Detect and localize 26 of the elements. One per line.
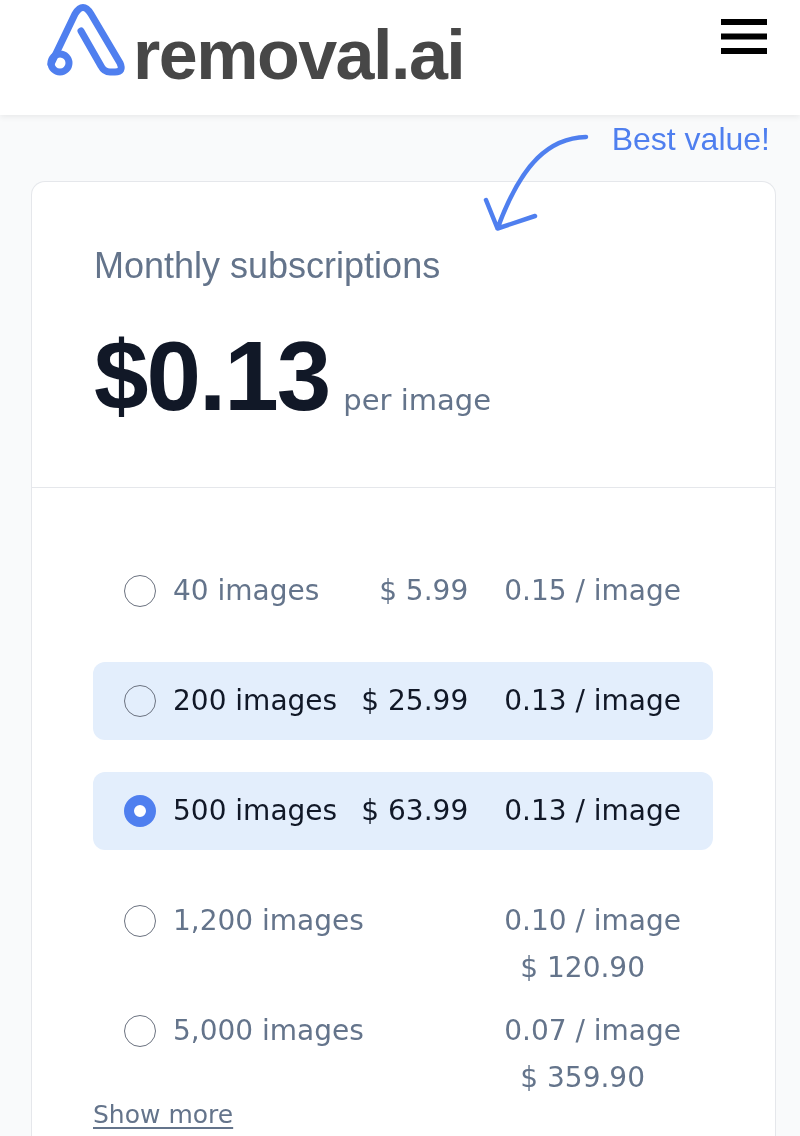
- image-count: 200 images: [173, 683, 338, 719]
- plan-row[interactable]: 500 images $ 63.99 0.13 / image: [93, 772, 713, 850]
- plan-price: $ 5.99: [379, 573, 469, 609]
- callout-text: Best value!: [611, 120, 770, 159]
- plan-title: Monthly subscriptions: [94, 244, 441, 288]
- plan-price: $ 25.99: [361, 683, 469, 719]
- per-image-price: 0.13 / image: [504, 683, 681, 719]
- per-image-price: 0.13 / image: [504, 793, 681, 829]
- per-image-price: 0.15 / image: [504, 573, 681, 609]
- plan-price: $ 120.90: [520, 950, 645, 986]
- price-amount: $0.13: [94, 329, 330, 423]
- show-more-link[interactable]: Show more: [93, 1100, 234, 1130]
- price-unit: per image: [343, 382, 491, 418]
- plan-price: $ 359.90: [520, 1060, 645, 1096]
- image-count: 500 images: [173, 793, 338, 829]
- radio-button[interactable]: [124, 795, 156, 827]
- logo-text: removal.ai: [133, 20, 465, 90]
- per-image-price: 0.10 / image: [504, 903, 681, 939]
- image-count: 5,000 images: [173, 1013, 364, 1049]
- plan-price: $ 63.99: [361, 793, 469, 829]
- plan-row[interactable]: 200 images $ 25.99 0.13 / image: [93, 662, 713, 740]
- menu-button[interactable]: [721, 19, 767, 54]
- menu-icon: [721, 19, 767, 54]
- image-count: 1,200 images: [173, 903, 364, 939]
- image-count: 40 images: [173, 573, 320, 609]
- per-image-price: 0.07 / image: [504, 1013, 681, 1049]
